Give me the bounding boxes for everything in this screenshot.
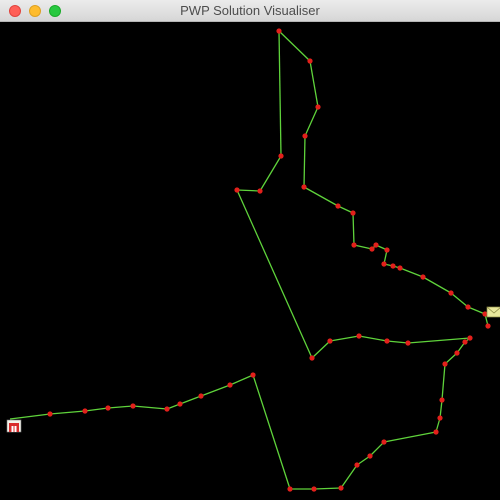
route-node [405, 340, 411, 346]
envelope-icon [486, 306, 500, 318]
route-segment [329, 335, 360, 342]
route-node [250, 372, 256, 378]
route-node [433, 429, 439, 435]
route-node [311, 486, 317, 492]
route-node [485, 323, 491, 329]
route-node [335, 203, 341, 209]
route-segment [450, 292, 469, 308]
node-layer [47, 28, 491, 492]
route-segment [358, 335, 388, 342]
route-segment [236, 189, 261, 192]
route-node [442, 361, 448, 367]
route-node [420, 274, 426, 280]
route-node [177, 401, 183, 407]
route-segment [259, 155, 282, 192]
route-segment [383, 431, 437, 443]
route-node [465, 304, 471, 310]
route-segment [439, 399, 443, 419]
route-segment [399, 267, 424, 278]
route-segment [386, 340, 409, 344]
route-segment [200, 384, 231, 397]
route-segment [107, 405, 134, 409]
route-node [397, 265, 403, 271]
route-node [373, 242, 379, 248]
route-segment [407, 337, 471, 344]
route-segment [311, 340, 331, 359]
route-node [276, 28, 282, 34]
route-node [327, 338, 333, 344]
route-node [439, 397, 445, 403]
route-layer [9, 30, 489, 490]
route-node [198, 393, 204, 399]
route-node [301, 184, 307, 190]
route-node [354, 462, 360, 468]
route-node [356, 333, 362, 339]
route-segment [236, 189, 313, 359]
route-segment [313, 487, 342, 490]
route-node [302, 133, 308, 139]
route-segment [252, 374, 291, 490]
route-segment [179, 395, 202, 405]
route-segment [309, 60, 319, 108]
route-segment [352, 212, 355, 246]
route-node [367, 453, 373, 459]
route-node [278, 153, 284, 159]
route-node [381, 261, 387, 267]
route-node [467, 335, 473, 341]
route-segment [441, 363, 446, 401]
route-node [105, 405, 111, 411]
route-node [287, 486, 293, 492]
route-node [462, 339, 468, 345]
route-node [82, 408, 88, 414]
route-node [315, 104, 321, 110]
route-segment [9, 413, 51, 420]
route-node [309, 355, 315, 361]
route-segment [340, 464, 358, 489]
route-canvas [6, 28, 500, 492]
route-node [448, 290, 454, 296]
route-node [384, 247, 390, 253]
route-node [381, 439, 387, 445]
route-node [351, 242, 357, 248]
route-segment [369, 441, 385, 457]
route-segment [303, 135, 306, 188]
route-segment [303, 186, 339, 207]
route-node [130, 403, 136, 409]
route-segment [278, 30, 282, 157]
route-node [47, 411, 53, 417]
route-node [454, 350, 460, 356]
route-segment [84, 407, 109, 412]
route-segment [304, 106, 319, 137]
route-node [257, 188, 263, 194]
route-segment [422, 276, 452, 294]
route-segment [132, 405, 168, 410]
route-node [338, 485, 344, 491]
route-node [234, 187, 240, 193]
route-node [369, 246, 375, 252]
route-segment [278, 30, 311, 62]
route-segment [467, 306, 486, 315]
route-segment [353, 244, 373, 250]
route-segment [49, 410, 86, 415]
route-node [390, 263, 396, 269]
route-node [437, 415, 443, 421]
route-node [164, 406, 170, 412]
route-segment [229, 374, 254, 386]
route-node [350, 210, 356, 216]
route-node [307, 58, 313, 64]
route-node [227, 382, 233, 388]
window-title: PWP Solution Visualiser [180, 3, 320, 18]
app-window: PWP Solution Visualiser [0, 0, 500, 500]
route-node [384, 338, 390, 344]
depot-icon [6, 419, 22, 433]
title-bar[interactable]: PWP Solution Visualiser [0, 0, 500, 22]
